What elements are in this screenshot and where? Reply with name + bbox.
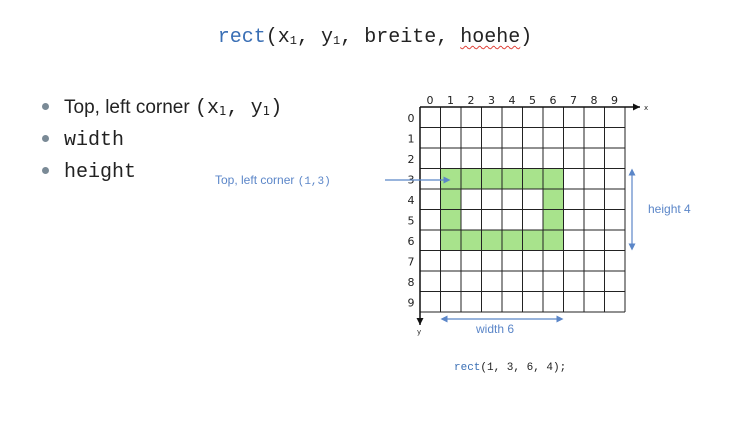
filled-cell — [543, 168, 564, 189]
row-label: 7 — [408, 256, 415, 269]
width-arrowhead-left — [440, 315, 448, 323]
y-axis-arrowhead — [416, 318, 424, 325]
column-label: 4 — [509, 94, 516, 107]
filled-cell — [502, 168, 523, 189]
row-label: 1 — [408, 133, 415, 146]
row-label: 4 — [408, 194, 415, 207]
y-axis-label: y — [417, 328, 421, 336]
filled-cell — [440, 189, 461, 210]
filled-cell — [543, 189, 564, 210]
row-label: 9 — [408, 297, 415, 310]
column-label: 8 — [591, 94, 598, 107]
code-example: rect(1, 3, 6, 4); — [454, 362, 567, 374]
row-label: 0 — [408, 112, 415, 125]
column-label: 2 — [468, 94, 475, 107]
column-label: 5 — [529, 94, 536, 107]
width-annotation: width 6 — [476, 322, 515, 336]
column-label: 0 — [427, 94, 434, 107]
filled-cell — [440, 230, 461, 251]
filled-cell — [522, 230, 543, 251]
filled-cell — [461, 168, 482, 189]
row-label: 6 — [408, 235, 415, 248]
column-label: 1 — [447, 94, 454, 107]
filled-cell — [543, 230, 564, 251]
filled-cell — [522, 168, 543, 189]
width-arrowhead-right — [556, 315, 564, 323]
filled-cell — [481, 230, 502, 251]
x-axis-arrowhead — [633, 103, 640, 111]
filled-cell — [461, 230, 482, 251]
height-annotation: height 4 — [648, 202, 691, 216]
column-label: 7 — [570, 94, 577, 107]
column-label: 3 — [488, 94, 495, 107]
filled-cell — [440, 209, 461, 230]
height-arrowhead-top — [628, 168, 636, 176]
filled-cell — [502, 230, 523, 251]
x-axis-label: x — [644, 104, 648, 112]
column-label: 6 — [550, 94, 557, 107]
row-label: 8 — [408, 276, 415, 289]
row-label: 2 — [408, 153, 415, 166]
corner-annotation: Top, left corner (1,3) — [215, 173, 331, 188]
column-label: 9 — [611, 94, 618, 107]
filled-cell — [543, 209, 564, 230]
height-arrowhead-bottom — [628, 243, 636, 251]
row-label: 5 — [408, 215, 415, 228]
pixel-grid-diagram: 0 1 2 3 4 5 6 7 8 90123456789xy — [385, 94, 648, 336]
filled-cell — [481, 168, 502, 189]
